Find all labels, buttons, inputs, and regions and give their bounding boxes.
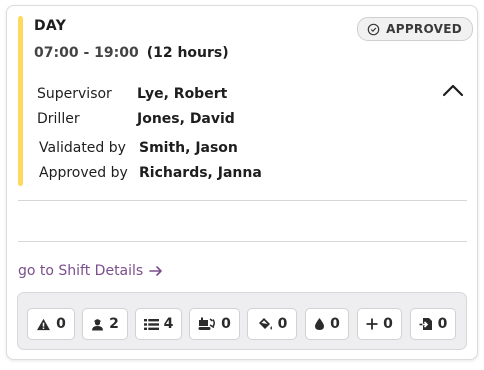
approved-by-row: Approved by Richards, Janna bbox=[39, 165, 262, 181]
stat-imports[interactable]: 0 bbox=[410, 308, 456, 340]
shift-accent-bar bbox=[18, 16, 23, 186]
stat-materials[interactable]: 0 bbox=[247, 308, 297, 340]
stat-count: 0 bbox=[277, 316, 288, 332]
shift-time-range: 07:00 - 19:00 bbox=[34, 45, 139, 61]
divider bbox=[18, 200, 467, 201]
supervisor-value: Lye, Robert bbox=[137, 86, 228, 102]
divider bbox=[18, 241, 467, 242]
shift-card: DAY 07:00 - 19:00 (12 hours) APPROVED Sup… bbox=[6, 5, 478, 360]
driller-row: Driller Jones, David bbox=[37, 111, 235, 127]
stat-count: 0 bbox=[56, 316, 66, 332]
shift-title: DAY bbox=[34, 18, 67, 34]
stat-personnel[interactable]: 2 bbox=[82, 308, 128, 340]
check-circle-icon bbox=[367, 23, 380, 35]
list-icon bbox=[143, 318, 159, 330]
driller-label: Driller bbox=[37, 111, 80, 127]
water-drop-icon bbox=[315, 318, 325, 330]
supervisor-label: Supervisor bbox=[37, 86, 112, 102]
status-badge: APPROVED bbox=[357, 17, 473, 41]
validated-by-label: Validated by bbox=[39, 140, 126, 156]
paint-bucket-icon bbox=[258, 318, 272, 330]
stat-count: 0 bbox=[437, 316, 448, 332]
arrow-right-icon bbox=[149, 266, 163, 276]
validated-by-value: Smith, Jason bbox=[139, 140, 238, 156]
approved-by-value: Richards, Janna bbox=[139, 165, 262, 181]
drill-rig-icon bbox=[198, 317, 216, 330]
stat-count: 0 bbox=[330, 316, 340, 332]
driller-value: Jones, David bbox=[137, 111, 235, 127]
shift-details-link-label: go to Shift Details bbox=[18, 263, 144, 279]
supervisor-row: Supervisor Lye, Robert bbox=[37, 86, 227, 102]
collapse-button[interactable] bbox=[442, 82, 464, 101]
stats-bar: 0 2 4 0 0 0 0 0 bbox=[17, 292, 467, 350]
stat-count: 2 bbox=[109, 316, 119, 332]
stat-equipment[interactable]: 0 bbox=[189, 308, 240, 340]
validated-by-row: Validated by Smith, Jason bbox=[39, 140, 238, 156]
shift-summary: DAY 07:00 - 19:00 (12 hours) APPROVED Sup… bbox=[18, 16, 473, 186]
shift-duration: (12 hours) bbox=[146, 45, 229, 61]
stat-count: 4 bbox=[163, 316, 174, 332]
approved-by-label: Approved by bbox=[39, 165, 128, 181]
shift-time: 07:00 - 19:00 (12 hours) bbox=[34, 45, 229, 61]
person-icon bbox=[92, 319, 104, 331]
chevron-up-icon bbox=[442, 84, 464, 97]
stat-water[interactable]: 0 bbox=[305, 308, 349, 340]
status-label: APPROVED bbox=[386, 22, 462, 36]
stat-count: 0 bbox=[221, 316, 231, 332]
stat-count: 0 bbox=[383, 316, 393, 332]
stat-activities[interactable]: 4 bbox=[135, 308, 182, 340]
stat-warnings[interactable]: 0 bbox=[27, 308, 75, 340]
stat-additions[interactable]: 0 bbox=[357, 308, 402, 340]
shift-details-link[interactable]: go to Shift Details bbox=[18, 263, 163, 279]
warning-icon bbox=[37, 318, 51, 330]
plus-icon bbox=[366, 318, 378, 330]
file-import-icon bbox=[419, 318, 432, 330]
